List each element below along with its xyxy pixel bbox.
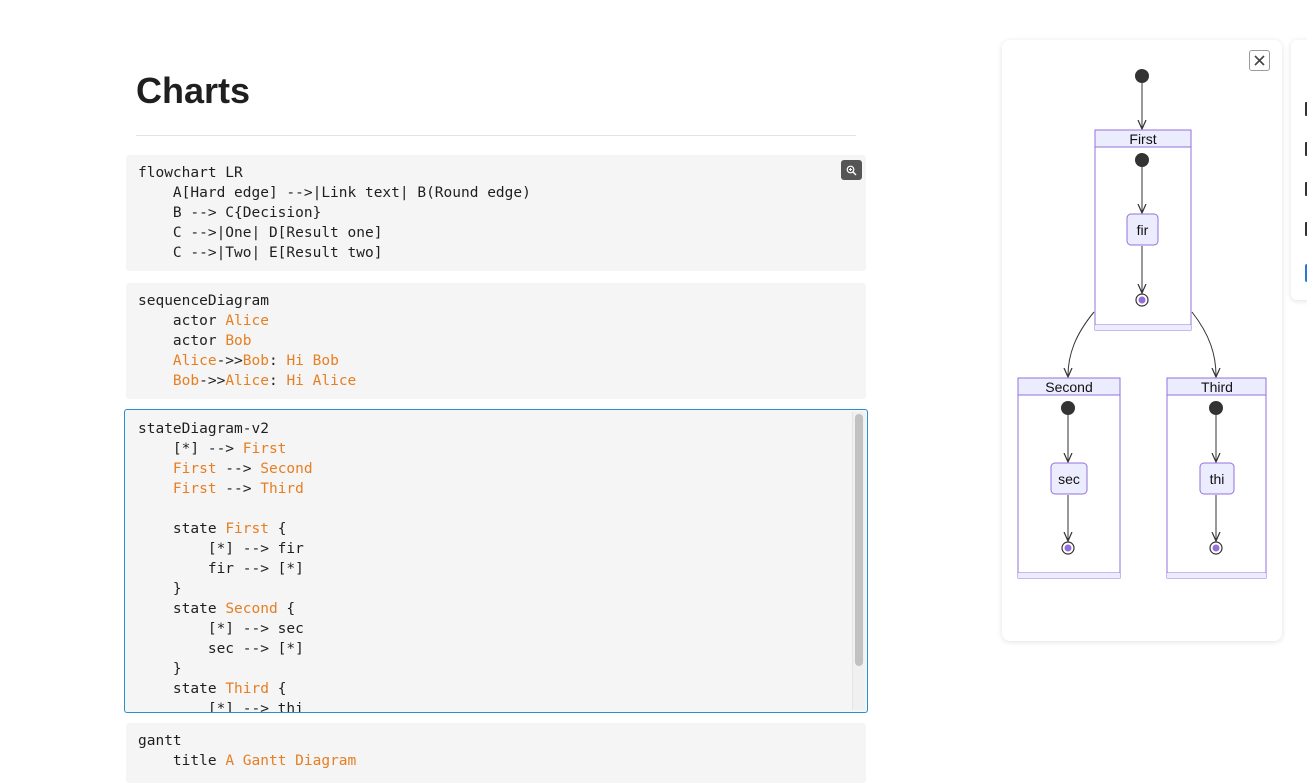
state-fir-label: fir [1137, 222, 1149, 238]
close-preview-button[interactable] [1249, 50, 1270, 71]
transition-arrow [1191, 311, 1216, 376]
state-thi-label: thi [1210, 471, 1225, 487]
transition-arrow [1068, 311, 1095, 376]
state-third: Third thi [1166, 377, 1267, 579]
state-second-label: Second [1045, 379, 1092, 395]
state-first-label: First [1129, 131, 1156, 147]
state-second: Second sec [1017, 377, 1121, 579]
state-sec-label: sec [1058, 471, 1080, 487]
state-third-label: Third [1201, 379, 1233, 395]
state-diagram-render: First fir Second sec Third thi [1017, 69, 1267, 579]
start-node [1135, 69, 1149, 83]
start-node [1135, 153, 1149, 167]
state-first: First fir [1094, 129, 1192, 331]
close-icon [1254, 55, 1265, 66]
